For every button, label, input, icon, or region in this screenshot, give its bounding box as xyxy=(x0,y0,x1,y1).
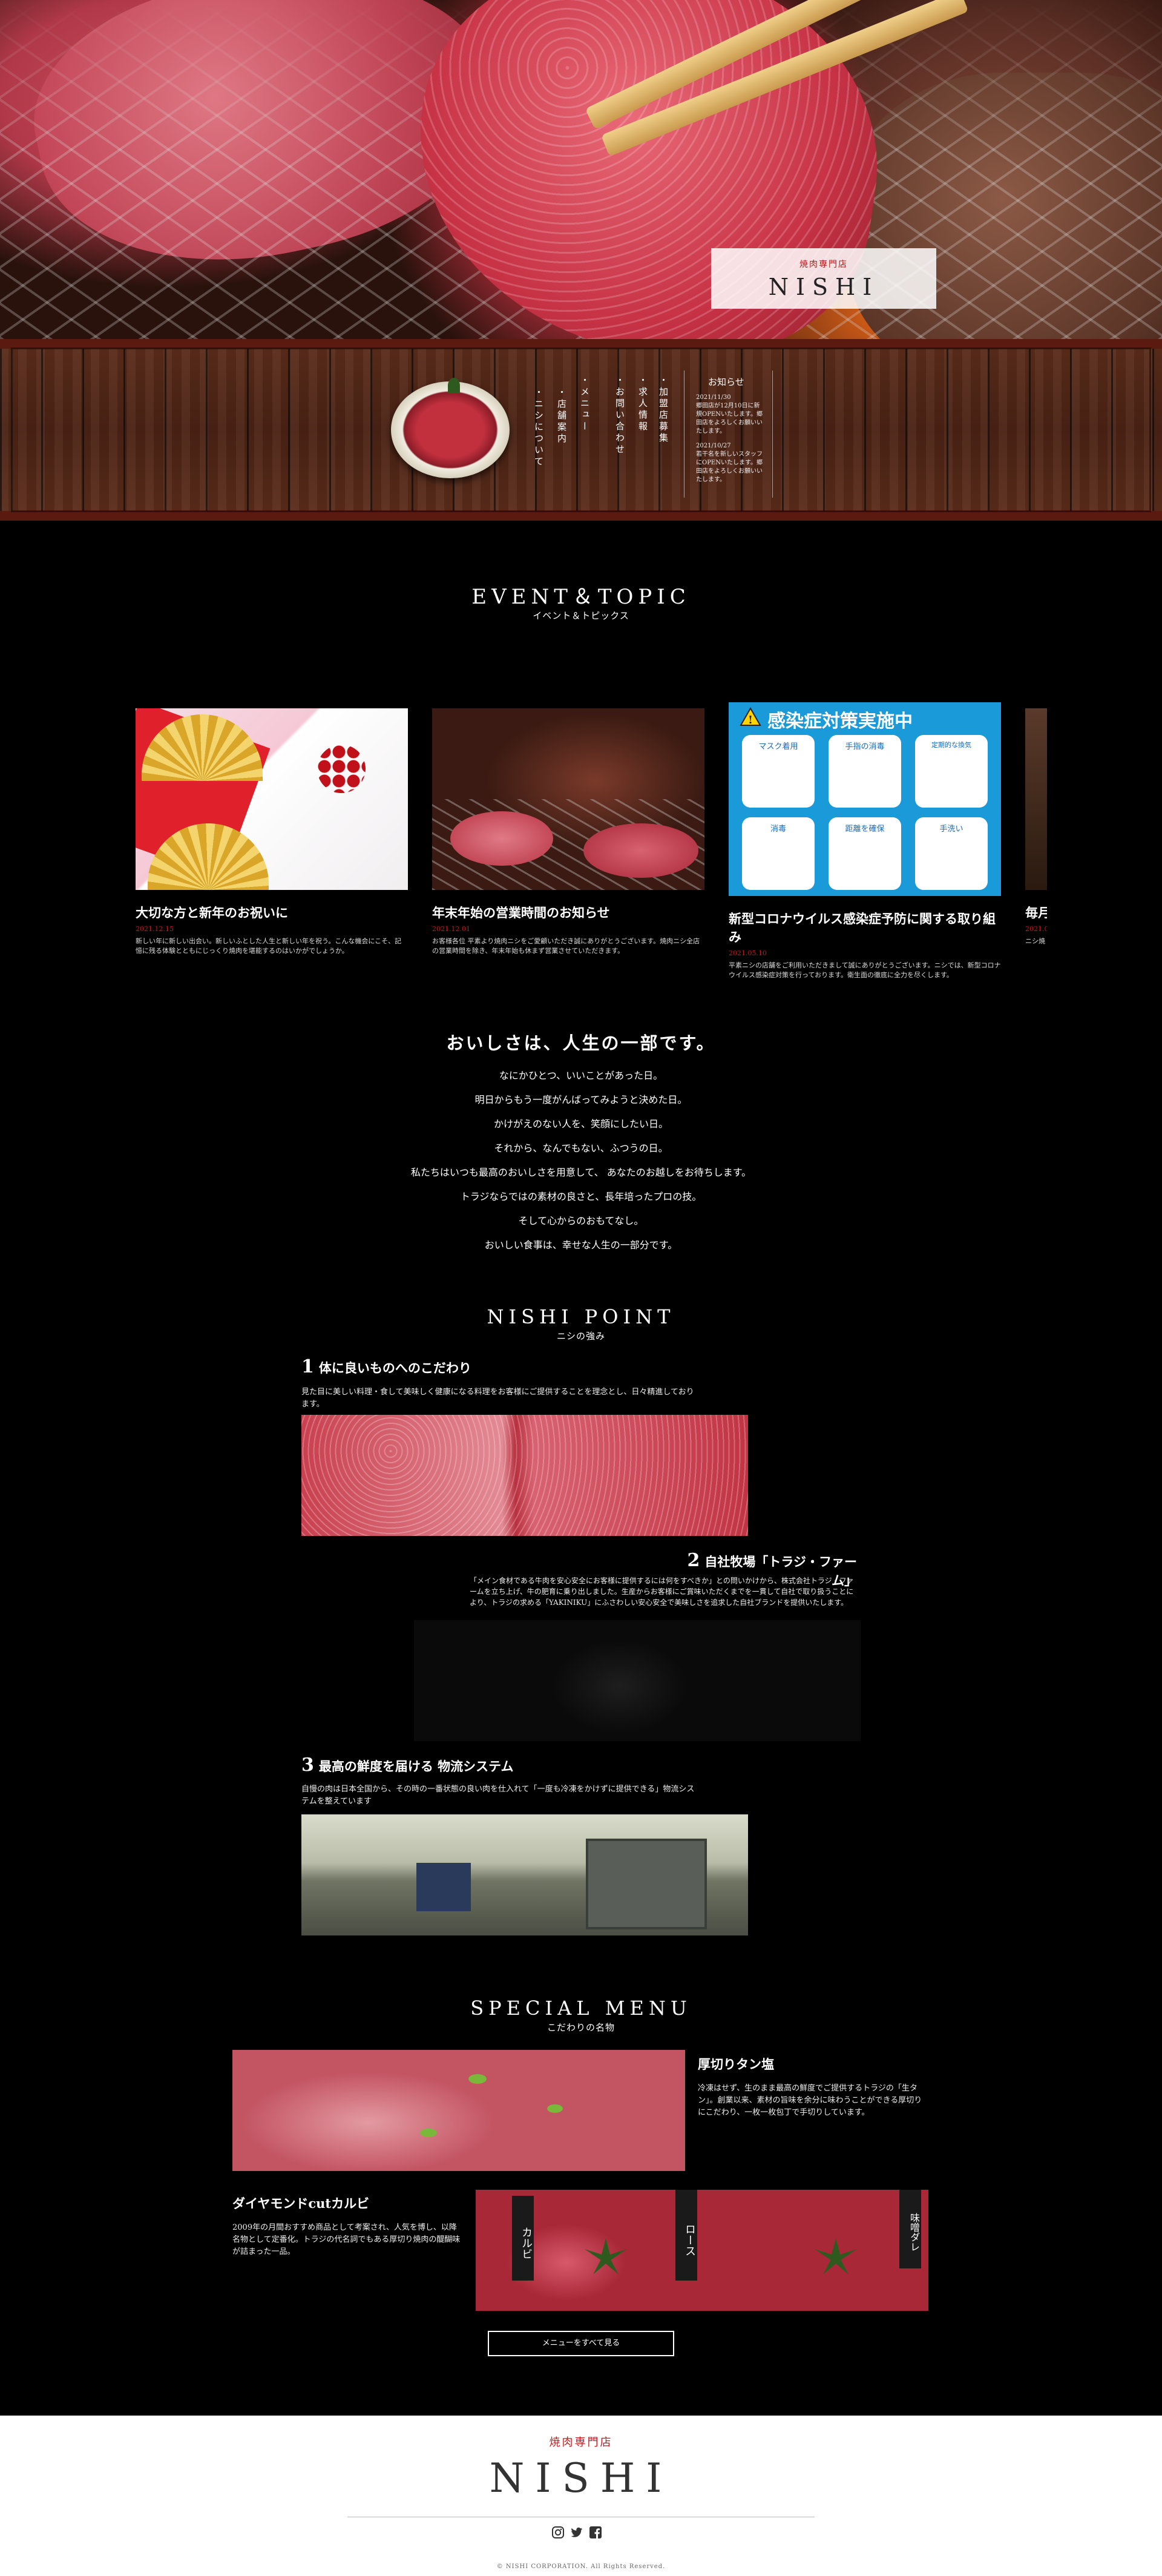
news-date: 2021/10/27 xyxy=(696,443,731,449)
philosophy-line: おいしい食事は、幸せな人生の一部分です。 xyxy=(484,1239,678,1251)
philosophy-line: トラジならではの素材の良さと、長年培ったプロの技。 xyxy=(460,1191,702,1202)
nav-item-stores[interactable]: ・店舗案内 xyxy=(556,387,567,445)
copyright: © NISHI CORPORATION. All Rights Reserved… xyxy=(496,2563,666,2570)
footer-logo-subtitle: 焼肉専門店 xyxy=(549,2436,613,2449)
point-number: 2 xyxy=(687,1550,700,1571)
menu-item-body: 冷凍はせず、生のまま最高の鮮度でご提供するトラジの「生タン」。創業以来、素材の旨… xyxy=(698,2084,922,2117)
poster-cell: 定期的な換気 xyxy=(915,735,988,808)
nav-label: ニシについて xyxy=(533,399,544,468)
card-title: 大切な方と新年のお祝いに xyxy=(136,905,288,920)
twitter-icon[interactable] xyxy=(570,2526,583,2539)
event-section-subtitle: イベント＆トピックス xyxy=(533,610,629,621)
infection-control-poster: ! 感染症対策実施中 マスク着用 手指の消毒 定期的な換気 消毒 距離を確保 手… xyxy=(729,702,1001,896)
philosophy-line: 私たちはいつも最高のおいしさを用意して、 あなたのお越しをお待ちします。 xyxy=(410,1167,752,1178)
card-body: 平素ニシの店舗をご利用いただきまして誠にありがとうございます。ニシでは、新型コロ… xyxy=(729,961,1001,979)
point-title: 最高の鮮度を届ける 物流システム xyxy=(318,1759,514,1774)
card-date: 2021.05.10 xyxy=(729,949,767,957)
footer-logo[interactable]: NISHI xyxy=(0,2455,1162,2502)
diamond-cut-kalbi-photo[interactable]: カルビ ロース 味噌ダレ xyxy=(476,2190,928,2311)
menu-item-title: 厚切りタン塩 xyxy=(698,2057,774,2072)
point-2-body: 「メイン食材である牛肉を安心安全にお客様に提供するには何をすべきか」との問いかけ… xyxy=(470,1576,854,1607)
nav-item-about[interactable]: ・ニシについて xyxy=(533,387,544,468)
warning-icon: ! xyxy=(740,707,761,726)
event-section-title: EVENT＆TOPIC xyxy=(471,585,691,609)
nav-label: お問い合わせ xyxy=(614,387,625,456)
philosophy-line: 明日からもう一度がんばってみようと決めた日。 xyxy=(474,1094,688,1105)
nav-label: メニュー xyxy=(579,387,590,433)
philosophy-line: それから、なんでもない、ふつうの日。 xyxy=(494,1142,668,1154)
news-item[interactable]: 2021/11/30 郷田店が12月10日に新規OPENいたします。郷田店をよろ… xyxy=(696,394,766,436)
grilled-meat-image xyxy=(432,708,704,890)
nav-item-contact[interactable]: ・お問い合わせ xyxy=(614,375,625,456)
poster-cell: 手洗い xyxy=(915,817,988,890)
poster-cell: 消毒 xyxy=(742,817,815,890)
instagram-icon[interactable] xyxy=(551,2526,565,2539)
truck-photo xyxy=(301,1814,748,1935)
tongue-salt-photo[interactable] xyxy=(232,2050,685,2171)
event-card-partial[interactable]: 毎月 2021.04.01 ニシ焼 xyxy=(1025,708,1047,946)
logo-title: NISHI xyxy=(768,274,879,300)
card-title: 新型コロナウイルス感染症予防に関する取り組み xyxy=(729,911,996,944)
philosophy-line: なにかひとつ、いいことがあった日。 xyxy=(499,1070,663,1081)
hero-logo[interactable]: 焼肉専門店 NISHI xyxy=(711,248,936,309)
card-body: お客様各位 平素より焼肉ニシをご愛顧いただき誠にありがとうございます。焼肉ニシ全… xyxy=(432,937,700,955)
point-number: 1 xyxy=(301,1356,314,1377)
nav-divider xyxy=(772,371,773,498)
nav-item-recruit[interactable]: ・求人情報 xyxy=(637,375,648,433)
event-card[interactable]: 年末年始の営業時間のお知らせ 2021.12.01 お客様各位 平素より焼肉ニシ… xyxy=(432,708,704,956)
nav-label: 店舗案内 xyxy=(556,399,567,445)
garnish-icon xyxy=(448,378,460,394)
logo-subtitle: 焼肉専門店 xyxy=(799,260,848,269)
poster-cell: 距離を確保 xyxy=(829,817,901,890)
new-year-fan-image xyxy=(136,708,408,890)
news-text: 郷田店が12月10日に新規OPENいたします。郷田店をよろしくお願いいたします。 xyxy=(696,403,763,435)
philosophy-line: そして心からのおもてなし。 xyxy=(518,1215,644,1227)
card-date: 2021.12.01 xyxy=(432,925,470,933)
all-menu-button[interactable]: メニューをすべて見る xyxy=(488,2331,674,2356)
menu-label-tag: カルビ xyxy=(512,2196,534,2281)
cattle-photo xyxy=(414,1620,861,1741)
menu-label-tag: ロース xyxy=(675,2190,697,2281)
card-body: ニシ焼 xyxy=(1025,937,1045,945)
point-3-body: 自慢の肉は日本全国から、その時の一番状態の良い肉を仕入れて「一度も冷凍をかけずに… xyxy=(301,1785,695,1806)
menu-section-title: SPECIAL MENU xyxy=(470,1997,692,2020)
news-item[interactable]: 2021/10/27 若干名を新しいスタッフにOPENいたします。郷田店をよろし… xyxy=(696,442,766,484)
card-body: 新しい年に新しい出会い。新しいふとした人生と新しい年を祝う。こんな機会にこそ、記… xyxy=(136,937,402,955)
meat-plate-image xyxy=(391,381,510,478)
poster-header: 感染症対策実施中 xyxy=(767,711,913,732)
poster-cell: 手指の消毒 xyxy=(829,735,901,808)
news-title: お知らせ xyxy=(708,377,744,387)
menu-label-tag: 味噌ダレ xyxy=(899,2190,921,2268)
point-3-heading: 3 最高の鮮度を届ける 物流システム xyxy=(301,1754,514,1776)
card-title: 年末年始の営業時間のお知らせ xyxy=(432,905,610,920)
nav-item-franchise[interactable]: ・加盟店募集 xyxy=(658,375,669,444)
nav-label: 加盟店募集 xyxy=(658,387,669,444)
card-date: 2021.12.15 xyxy=(136,925,174,933)
card-image xyxy=(1025,708,1047,890)
philosophy-line: かけがえのない人を、笑顔にしたい日。 xyxy=(493,1118,668,1130)
news-date: 2021/11/30 xyxy=(696,394,731,401)
point-1-body: 見た目に美しい料理・食して美味しく健康になる料理をお客様にご提供することを理念と… xyxy=(301,1388,694,1409)
card-title: 毎月 xyxy=(1025,905,1047,920)
point-section-title: NISHI POINT xyxy=(487,1305,675,1328)
event-card[interactable]: 大切な方と新年のお祝いに 2021.12.15 新しい年に新しい出会い。新しいふ… xyxy=(136,708,408,956)
nav-label: 求人情報 xyxy=(637,387,648,433)
point-title: 体に良いものへのこだわり xyxy=(318,1360,471,1375)
facebook-icon[interactable] xyxy=(589,2526,602,2539)
event-card[interactable]: ! 感染症対策実施中 マスク着用 手指の消毒 定期的な換気 消毒 距離を確保 手… xyxy=(729,702,1001,980)
news-text: 若干名を新しいスタッフにOPENいたします。郷田店をよろしくお願いいたします。 xyxy=(696,451,763,483)
poster-cell: マスク着用 xyxy=(742,735,815,808)
point-1-heading: 1 体に良いものへのこだわり xyxy=(301,1356,471,1377)
card-date: 2021.04.01 xyxy=(1025,925,1047,933)
menu-item-title: ダイヤモンドcutカルビ xyxy=(232,2196,370,2211)
hero-image xyxy=(0,0,1162,339)
menu-section-subtitle: こだわりの名物 xyxy=(547,2022,615,2033)
point-number: 3 xyxy=(301,1754,314,1776)
nav-item-menu[interactable]: ・メニュー xyxy=(579,375,590,433)
point-section-subtitle: ニシの強み xyxy=(556,1331,605,1342)
menu-item-body: 2009年の月間おすすめ商品として考案され、人気を博し、以降名物として定番化。ト… xyxy=(232,2223,461,2256)
svg-text:!: ! xyxy=(748,714,753,726)
philosophy-title: おいしさは、人生の一部です。 xyxy=(446,1033,716,1053)
marbled-beef-photo xyxy=(301,1415,748,1536)
